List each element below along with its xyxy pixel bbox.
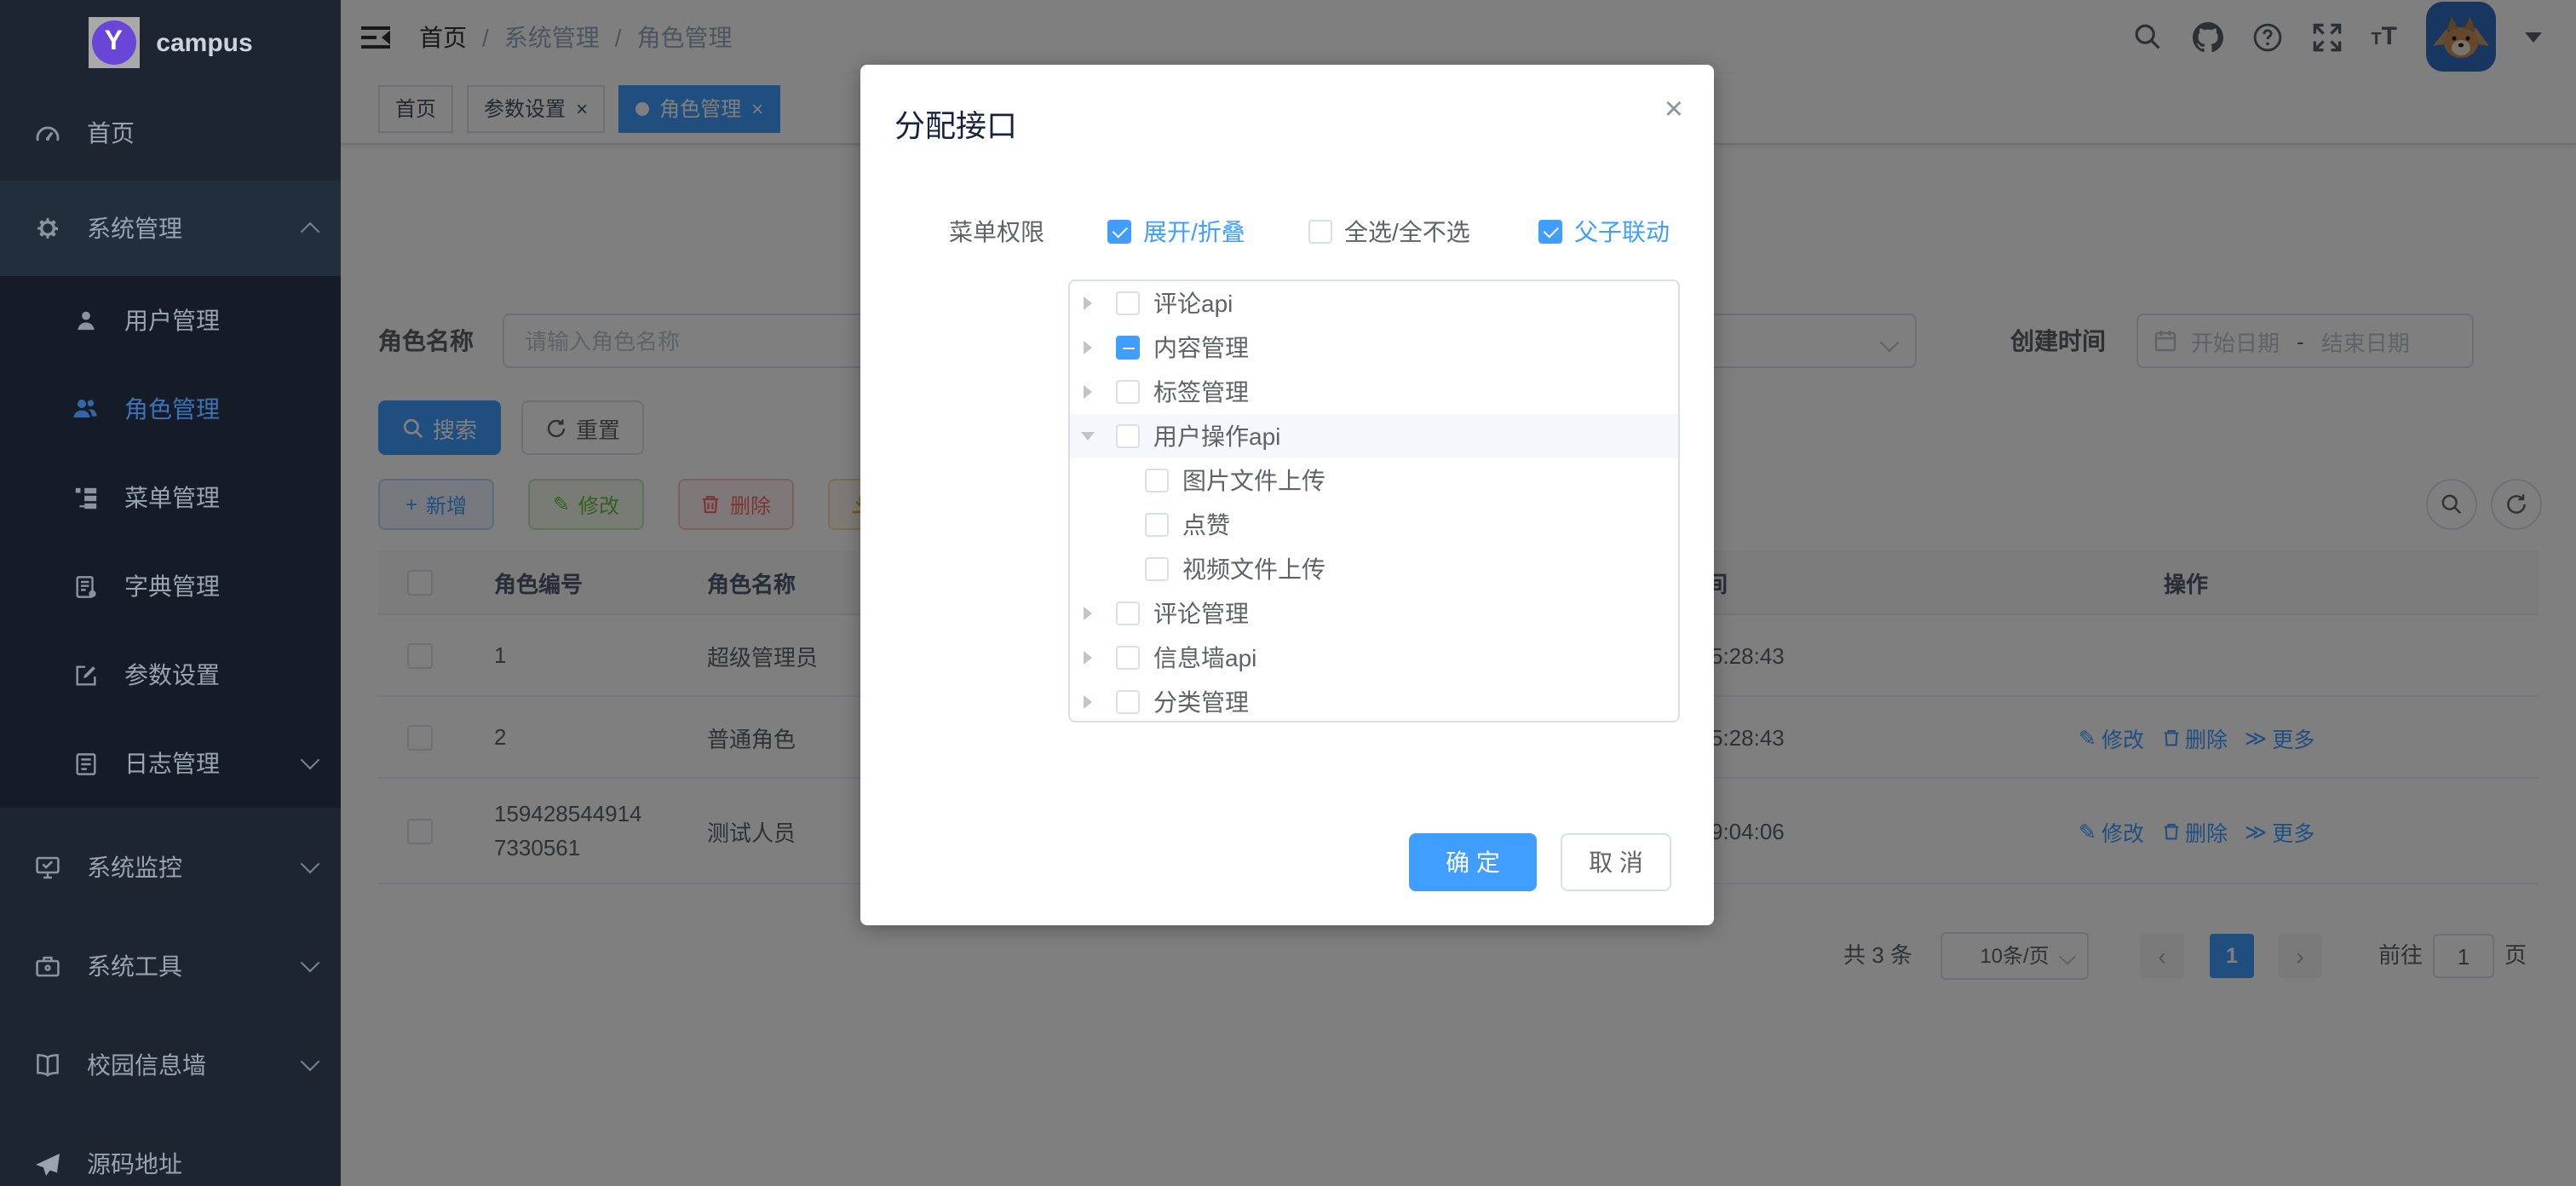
cancel-button[interactable]: 取 消 [1561, 833, 1671, 891]
campus-logo-icon: Y [88, 17, 140, 68]
tree-checkbox[interactable] [1116, 602, 1140, 625]
monitor-icon [34, 854, 61, 881]
expand-collapse-label[interactable]: 展开/折叠 [1143, 215, 1245, 249]
caret-right-icon[interactable] [1084, 296, 1092, 310]
dashboard-icon [34, 119, 61, 147]
tree-node[interactable]: 评论管理 [1070, 591, 1678, 636]
caret-down-icon[interactable] [1081, 432, 1095, 440]
sidebar-item-home[interactable]: 首页 [0, 85, 341, 181]
parent-child-link-checkbox[interactable] [1538, 220, 1562, 244]
chevron-up-icon [300, 222, 320, 242]
book-icon [34, 1051, 61, 1079]
tree-checkbox[interactable] [1145, 513, 1169, 537]
sidebar-group-label: 系统工具 [87, 953, 182, 980]
app-logo[interactable]: Y campus [0, 0, 341, 85]
sidebar-item-dict[interactable]: 字典管理 [0, 542, 341, 630]
sidebar-item-params[interactable]: 参数设置 [0, 630, 341, 719]
tree-node[interactable]: 内容管理 [1070, 325, 1678, 370]
caret-right-icon[interactable] [1084, 341, 1092, 354]
app-root: Y campus 首页 系统管理 用户管理 角色管理 菜单管理 字典管理 参数设… [0, 0, 2576, 1186]
sidebar-item-roles[interactable]: 角色管理 [0, 365, 341, 453]
tree-node[interactable]: 信息墙api [1070, 636, 1678, 680]
chevron-down-icon [300, 953, 320, 973]
logo-letter: Y [91, 20, 136, 65]
sidebar-item-source[interactable]: 源码地址 [0, 1114, 341, 1186]
sidebar-group-tools[interactable]: 系统工具 [0, 917, 341, 1016]
sidebar-item-label: 参数设置 [124, 661, 220, 688]
sidebar-item-label: 源码地址 [87, 1150, 182, 1177]
sidebar-item-label: 用户管理 [124, 307, 220, 334]
sidebar-item-label: 首页 [87, 119, 135, 147]
users-icon [72, 395, 99, 423]
sidebar: Y campus 首页 系统管理 用户管理 角色管理 菜单管理 字典管理 参数设… [0, 0, 341, 1186]
logo-title: campus [156, 28, 253, 57]
sidebar-item-label: 角色管理 [124, 395, 220, 423]
sidebar-group-label: 系统管理 [87, 215, 182, 242]
tree-checkbox[interactable] [1116, 646, 1140, 670]
dict-icon [72, 573, 99, 600]
sidebar-item-label: 字典管理 [124, 573, 220, 600]
parent-child-link-label[interactable]: 父子联动 [1574, 215, 1670, 249]
tree-node[interactable]: 标签管理 [1070, 370, 1678, 414]
caret-right-icon[interactable] [1084, 607, 1092, 620]
tree-checkbox-indeterminate[interactable] [1116, 336, 1140, 360]
sidebar-group-label: 校园信息墙 [87, 1051, 206, 1079]
user-icon [72, 307, 99, 334]
sidebar-group-campus-wall[interactable]: 校园信息墙 [0, 1016, 341, 1114]
sidebar-item-menus[interactable]: 菜单管理 [0, 453, 341, 542]
gear-icon [34, 215, 61, 242]
tree-node[interactable]: 分类管理 [1070, 680, 1678, 721]
confirm-button[interactable]: 确 定 [1409, 833, 1537, 891]
select-all-checkbox[interactable] [1308, 220, 1332, 244]
tree-checkbox[interactable] [1116, 380, 1140, 404]
dialog-title: 分配接口 [894, 109, 1017, 143]
tree-checkbox[interactable] [1116, 291, 1140, 315]
tree-icon [72, 484, 99, 511]
tree-node-child[interactable]: 点赞 [1070, 503, 1678, 547]
sidebar-item-users[interactable]: 用户管理 [0, 276, 341, 365]
tree-node[interactable]: 用户操作api [1070, 414, 1678, 458]
tree-node[interactable]: 评论api [1070, 281, 1678, 325]
tree-checkbox[interactable] [1145, 557, 1169, 581]
caret-right-icon[interactable] [1084, 385, 1092, 399]
sidebar-item-logs[interactable]: 日志管理 [0, 719, 341, 808]
tree-node-child[interactable]: 图片文件上传 [1070, 458, 1678, 503]
caret-right-icon[interactable] [1084, 695, 1092, 709]
sidebar-item-label: 菜单管理 [124, 484, 220, 511]
tree-checkbox[interactable] [1145, 469, 1169, 492]
chevron-down-icon [300, 750, 320, 770]
plane-icon [34, 1150, 61, 1177]
sidebar-group-monitor[interactable]: 系统监控 [0, 818, 341, 917]
sidebar-group-system[interactable]: 系统管理 [0, 181, 341, 276]
assign-api-dialog: 分配接口 × 菜单权限 展开/折叠 全选/全不选 父子联动 评论api 内容管理 [860, 65, 1714, 925]
select-all-label[interactable]: 全选/全不选 [1344, 215, 1470, 249]
expand-collapse-checkbox[interactable] [1107, 220, 1131, 244]
api-permission-tree: 评论api 内容管理 标签管理 用户操作api 图片文件上传 点赞 视频文件上传… [1068, 279, 1680, 723]
edit-icon [72, 661, 99, 688]
tree-checkbox[interactable] [1116, 424, 1140, 448]
sidebar-submenu-system: 用户管理 角色管理 菜单管理 字典管理 参数设置 日志管理 [0, 276, 341, 808]
tree-checkbox[interactable] [1116, 690, 1140, 714]
menu-permission-row: 菜单权限 展开/折叠 全选/全不选 父子联动 [860, 215, 1714, 249]
chevron-down-icon [300, 1051, 320, 1072]
toolbox-icon [34, 953, 61, 980]
close-icon[interactable]: × [1665, 92, 1683, 130]
tree-node-child[interactable]: 视频文件上传 [1070, 547, 1678, 591]
caret-right-icon[interactable] [1084, 651, 1092, 665]
sidebar-group-label: 系统监控 [87, 854, 182, 881]
menu-permission-label: 菜单权限 [949, 218, 1044, 245]
sidebar-item-label: 日志管理 [124, 750, 220, 777]
log-icon [72, 750, 99, 777]
chevron-down-icon [300, 854, 320, 874]
